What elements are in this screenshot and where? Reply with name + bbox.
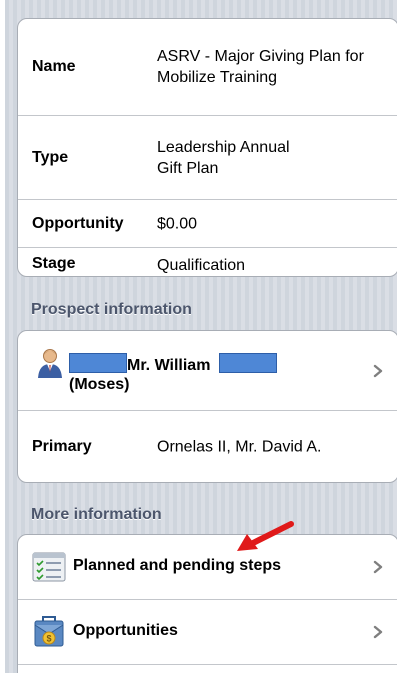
primary-row: Primary Ornelas II, Mr. David A. <box>18 411 397 482</box>
chevron-right-icon <box>373 364 383 377</box>
prospect-group: Mr. William (Moses) Primary Ornelas II, … <box>17 330 397 483</box>
more-section-header: More information <box>31 506 162 523</box>
type-label: Type <box>32 148 69 166</box>
type-row: Type Leadership Annual Gift Plan <box>18 116 397 200</box>
prospect-section-header: Prospect information <box>31 301 192 318</box>
redacted-last-name <box>218 353 277 373</box>
name-label: Name <box>32 58 76 75</box>
prospect-name: Mr. William <box>127 357 211 374</box>
opportunities-label: Opportunities <box>73 622 178 639</box>
checklist-icon <box>32 552 66 582</box>
planned-pending-steps-label: Planned and pending steps <box>73 557 282 574</box>
prospect-nickname: (Moses) <box>69 376 130 393</box>
primary-value: Ornelas II, Mr. David A. <box>157 438 322 455</box>
details-group: Name ASRV - Major Giving Plan for Mobili… <box>17 18 397 277</box>
prospect-name-line: Mr. William <box>69 353 277 375</box>
stage-row: Stage Qualification <box>18 248 397 276</box>
chevron-right-icon <box>373 625 383 639</box>
redacted-first-name <box>69 353 127 373</box>
right-margin <box>397 0 402 673</box>
opportunities-icon: $ <box>34 616 64 647</box>
name-value: ASRV - Major Giving Plan for Mobilize Tr… <box>157 48 364 86</box>
stage-label: Stage <box>32 255 76 272</box>
stage-value: Qualification <box>157 257 246 274</box>
prospect-row[interactable]: Mr. William (Moses) <box>18 331 397 411</box>
svg-text:$: $ <box>46 634 51 644</box>
name-row: Name ASRV - Major Giving Plan for Mobili… <box>18 19 397 116</box>
type-value: Leadership Annual Gift Plan <box>157 138 290 177</box>
annotation-arrow-icon <box>237 521 294 551</box>
opportunity-row: Opportunity $0.00 <box>18 200 397 248</box>
ios-grouped-table-view: Name ASRV - Major Giving Plan for Mobili… <box>5 0 397 673</box>
planned-pending-steps-row[interactable]: Planned and pending steps <box>18 535 397 600</box>
opportunity-label: Opportunity <box>32 214 124 232</box>
opportunity-value: $0.00 <box>157 215 198 232</box>
chevron-right-icon <box>373 560 383 574</box>
more-info-group: Planned and pending steps $ Opportunitie… <box>17 534 397 673</box>
primary-label: Primary <box>32 437 92 455</box>
person-icon <box>38 349 62 378</box>
opportunities-row[interactable]: $ Opportunities <box>18 600 397 665</box>
